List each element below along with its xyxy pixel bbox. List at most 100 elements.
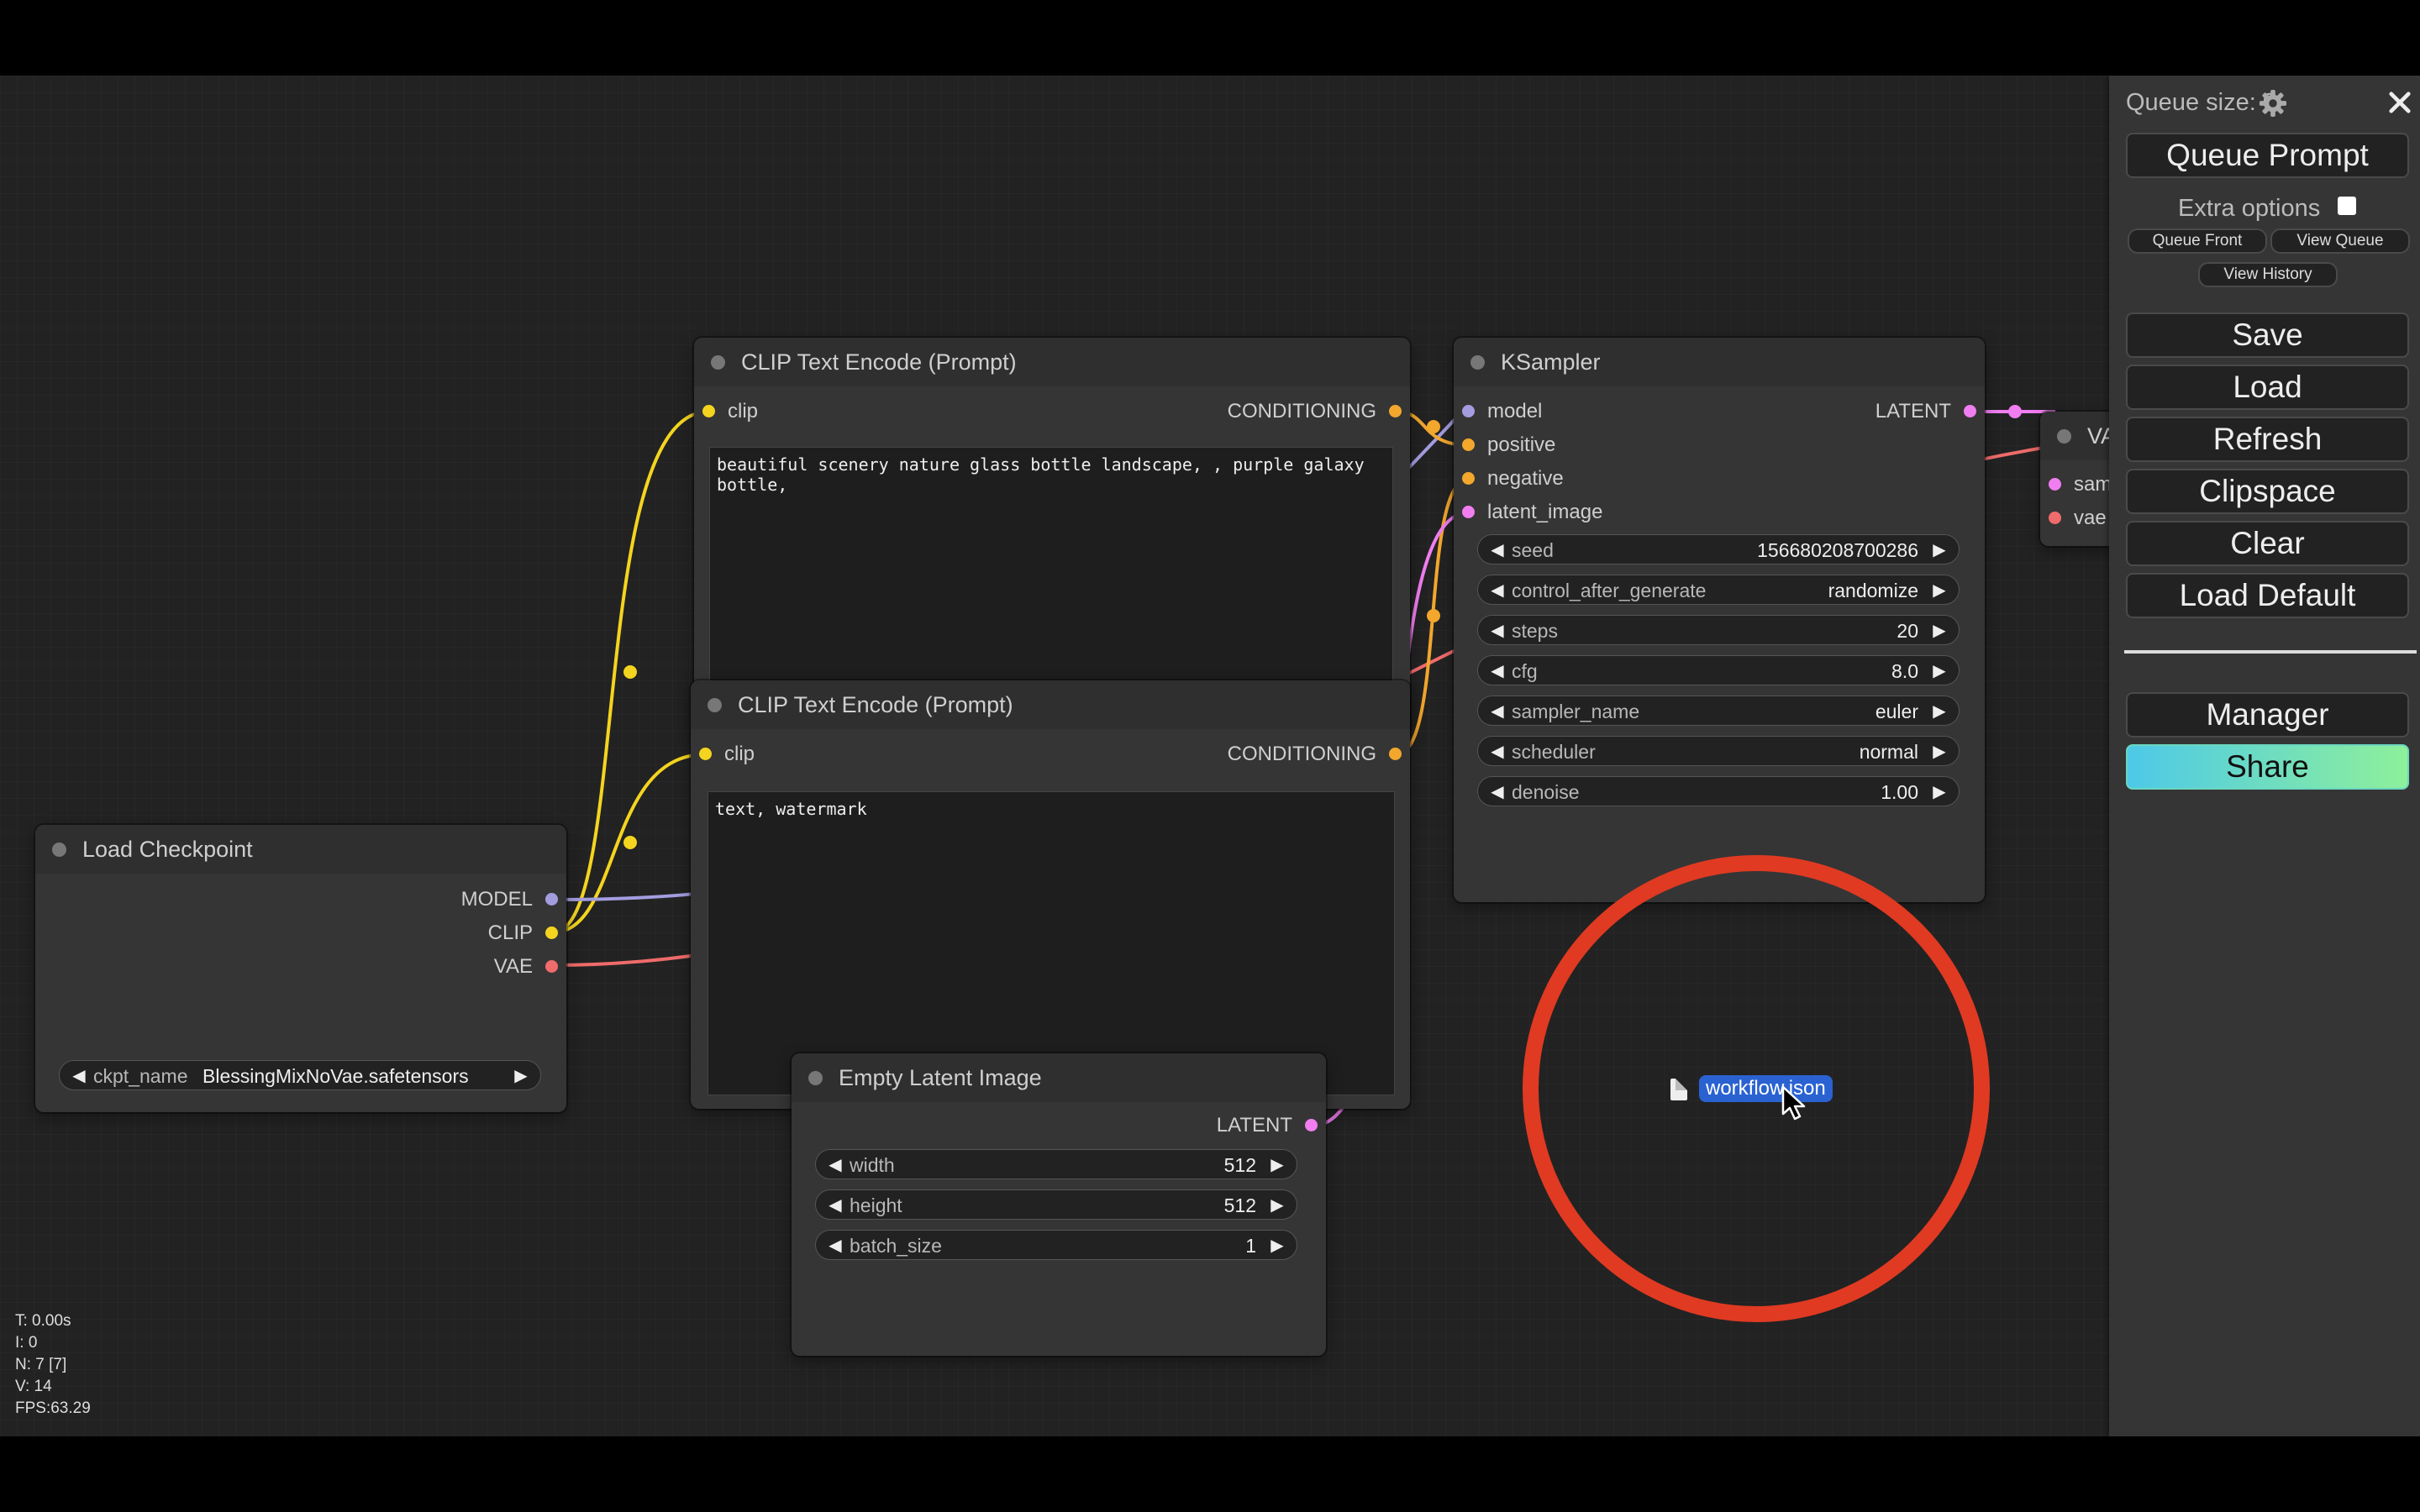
widget-sampler-name[interactable]: ◀ sampler_name euler ▶ <box>1477 696 1960 726</box>
output-slot-clip[interactable]: CLIP <box>390 921 558 946</box>
gear-icon[interactable] <box>2259 89 2287 118</box>
slot-label: negative <box>1487 467 1564 490</box>
node-header[interactable]: VA <box>2040 412 2109 460</box>
node-collapse-dot[interactable] <box>52 843 66 857</box>
stat-nodes: N: 7 [7] <box>15 1356 67 1373</box>
increment-arrow-icon[interactable]: ▶ <box>1928 777 1950 807</box>
node-header[interactable]: CLIP Text Encode (Prompt) <box>694 338 1410 386</box>
widget-cfg[interactable]: ◀ cfg 8.0 ▶ <box>1477 655 1960 685</box>
node-title: VA <box>2087 423 2109 449</box>
load-checkpoint-node[interactable]: Load Checkpoint MODEL CLIP VAE ◀ ckpt_na… <box>35 825 566 1112</box>
increment-arrow-icon[interactable]: ▶ <box>510 1061 532 1091</box>
node-title: CLIP Text Encode (Prompt) <box>738 692 1013 717</box>
input-slot-latent-image[interactable]: latent_image <box>1462 500 1681 525</box>
load-default-button[interactable]: Load Default <box>2126 573 2409 618</box>
decrement-arrow-icon[interactable]: ◀ <box>824 1190 846 1221</box>
decrement-arrow-icon[interactable]: ◀ <box>824 1231 846 1261</box>
share-button[interactable]: Share <box>2126 744 2409 790</box>
widget-steps[interactable]: ◀ steps 20 ▶ <box>1477 615 1960 645</box>
input-slot-model[interactable]: model <box>1462 399 1664 424</box>
widget-height[interactable]: ◀ height 512 ▶ <box>815 1189 1297 1220</box>
increment-arrow-icon[interactable]: ▶ <box>1266 1190 1288 1221</box>
increment-arrow-icon[interactable]: ▶ <box>1928 656 1950 686</box>
node-graph-canvas[interactable]: CLIP Text Encode (Prompt) clip CONDITION… <box>0 76 2109 1436</box>
input-slot-clip[interactable]: clip <box>702 399 871 424</box>
decrement-arrow-icon[interactable]: ◀ <box>1486 696 1508 727</box>
increment-arrow-icon[interactable]: ▶ <box>1928 737 1950 767</box>
input-slot-negative[interactable]: negative <box>1462 466 1664 491</box>
output-slot-vae[interactable]: VAE <box>390 954 558 979</box>
load-button[interactable]: Load <box>2126 365 2409 410</box>
output-slot-model[interactable]: MODEL <box>390 887 558 912</box>
decrement-arrow-icon[interactable]: ◀ <box>1486 737 1508 767</box>
ksampler-node[interactable]: KSampler model positive negative latent_… <box>1454 338 1985 902</box>
widget-name: batch_size <box>850 1235 942 1257</box>
decrement-arrow-icon[interactable]: ◀ <box>1486 616 1508 646</box>
slot-label: positive <box>1487 433 1556 456</box>
view-queue-button[interactable]: View Queue <box>2270 228 2410 254</box>
clipspace-button[interactable]: Clipspace <box>2126 469 2409 514</box>
node-header[interactable]: Empty Latent Image <box>792 1053 1326 1102</box>
increment-arrow-icon[interactable]: ▶ <box>1928 535 1950 565</box>
node-header[interactable]: KSampler <box>1454 338 1985 386</box>
queue-front-button[interactable]: Queue Front <box>2128 228 2267 254</box>
prompt-textarea[interactable]: text, watermark <box>708 791 1395 1095</box>
dragged-file-name: workflow.json <box>1699 1075 1833 1102</box>
refresh-button[interactable]: Refresh <box>2126 417 2409 462</box>
output-slot-latent[interactable]: LATENT <box>1150 1113 1318 1138</box>
slot-label: LATENT <box>1875 400 1951 423</box>
decrement-arrow-icon[interactable]: ◀ <box>1486 656 1508 686</box>
output-slot-conditioning[interactable]: CONDITIONING <box>1150 742 1402 767</box>
node-header[interactable]: CLIP Text Encode (Prompt) <box>691 680 1410 729</box>
increment-arrow-icon[interactable]: ▶ <box>1928 696 1950 727</box>
input-slot-positive[interactable]: positive <box>1462 433 1664 458</box>
clear-button[interactable]: Clear <box>2126 521 2409 566</box>
node-collapse-dot[interactable] <box>808 1071 823 1085</box>
view-history-button[interactable]: View History <box>2198 262 2338 287</box>
increment-arrow-icon[interactable]: ▶ <box>1266 1150 1288 1180</box>
decrement-arrow-icon[interactable]: ◀ <box>1486 777 1508 807</box>
clip-text-encode-positive-node[interactable]: CLIP Text Encode (Prompt) clip CONDITION… <box>694 338 1410 738</box>
node-header[interactable]: Load Checkpoint <box>35 825 566 874</box>
node-collapse-dot[interactable] <box>708 698 722 712</box>
extra-options-checkbox[interactable] <box>2338 197 2356 215</box>
queue-prompt-button[interactable]: Queue Prompt <box>2126 133 2409 178</box>
input-slot-clip[interactable]: clip <box>699 742 867 767</box>
input-slot-vae[interactable]: vae <box>2049 506 2109 531</box>
decrement-arrow-icon[interactable]: ◀ <box>1486 535 1508 565</box>
increment-arrow-icon[interactable]: ▶ <box>1928 575 1950 606</box>
empty-latent-image-node[interactable]: Empty Latent Image LATENT ◀ width 512 ▶ … <box>792 1053 1326 1356</box>
widget-scheduler[interactable]: ◀ scheduler normal ▶ <box>1477 736 1960 766</box>
node-collapse-dot[interactable] <box>2057 429 2071 444</box>
widget-name: width <box>850 1154 895 1176</box>
slot-label: sam <box>2074 473 2109 496</box>
slot-label: vae <box>2074 507 2107 529</box>
slot-label: LATENT <box>1216 1114 1292 1137</box>
node-collapse-dot[interactable] <box>711 355 725 370</box>
save-button[interactable]: Save <box>2126 312 2409 358</box>
manager-button[interactable]: Manager <box>2126 692 2409 738</box>
slot-label: model <box>1487 400 1543 423</box>
vae-decode-node[interactable]: VA sam vae <box>2040 412 2109 546</box>
clip-text-encode-negative-node[interactable]: CLIP Text Encode (Prompt) clip CONDITION… <box>691 680 1410 1109</box>
close-icon[interactable] <box>2388 91 2412 114</box>
widget-denoise[interactable]: ◀ denoise 1.00 ▶ <box>1477 776 1960 806</box>
widget-control-after-generate[interactable]: ◀ control_after_generate randomize ▶ <box>1477 575 1960 605</box>
widget-value: 512 <box>1223 1154 1256 1176</box>
render-stats: T: 0.00s I: 0 N: 7 [7] V: 14 FPS:63.29 <box>15 1310 91 1420</box>
widget-batch-size[interactable]: ◀ batch_size 1 ▶ <box>815 1230 1297 1260</box>
input-slot-samples[interactable]: sam <box>2049 472 2109 497</box>
widget-ckpt-name[interactable]: ◀ ckpt_name BlessingMixNoVae.safetensors… <box>59 1060 541 1090</box>
widget-seed[interactable]: ◀ seed 156680208700286 ▶ <box>1477 534 1960 564</box>
widget-width[interactable]: ◀ width 512 ▶ <box>815 1149 1297 1179</box>
increment-arrow-icon[interactable]: ▶ <box>1928 616 1950 646</box>
decrement-arrow-icon[interactable]: ◀ <box>824 1150 846 1180</box>
node-collapse-dot[interactable] <box>1470 355 1485 370</box>
decrement-arrow-icon[interactable]: ◀ <box>1486 575 1508 606</box>
widget-name: denoise <box>1512 781 1580 803</box>
increment-arrow-icon[interactable]: ▶ <box>1266 1231 1288 1261</box>
output-slot-conditioning[interactable]: CONDITIONING <box>1150 399 1402 424</box>
output-slot-latent[interactable]: LATENT <box>1808 399 1976 424</box>
slot-label: clip <box>728 400 759 423</box>
decrement-arrow-icon[interactable]: ◀ <box>68 1061 90 1091</box>
